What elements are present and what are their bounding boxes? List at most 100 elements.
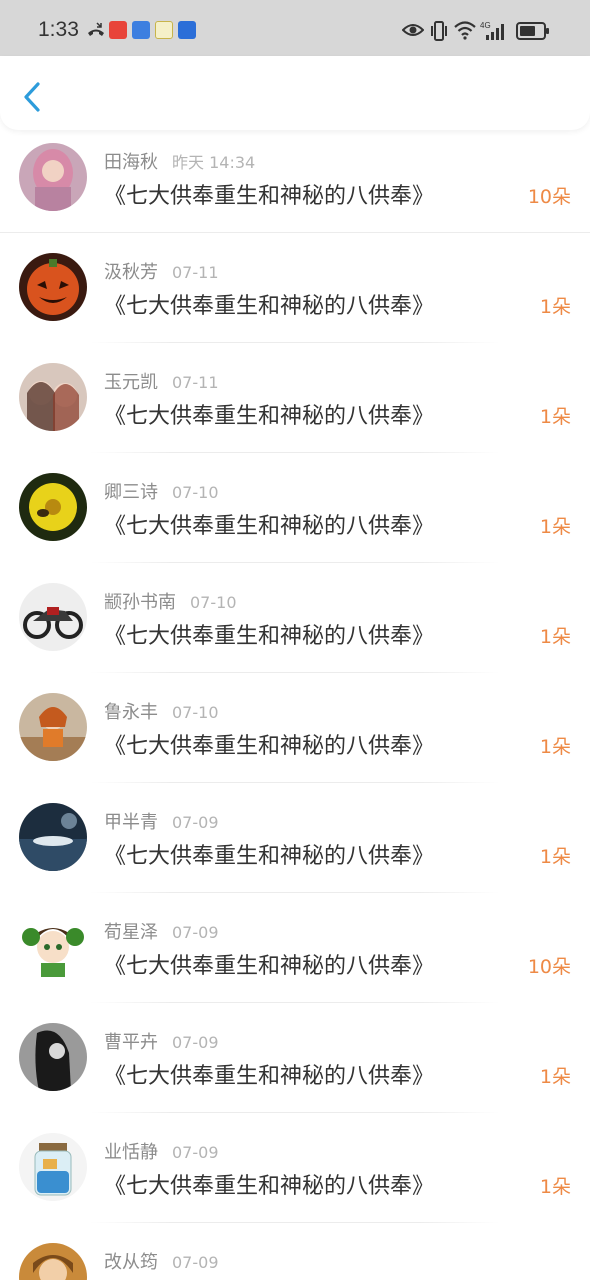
item-meta: 改从筠 07-09: [104, 1248, 219, 1273]
list-item[interactable]: 曹平卉 07-09 《七大供奉重生和神秘的八供奉》 1朵: [0, 1010, 590, 1120]
back-button[interactable]: [14, 74, 54, 118]
user-name: 鲁永丰: [104, 702, 158, 723]
eye-icon: [401, 22, 425, 42]
book-title: 《七大供奉重生和神秘的八供奉》: [104, 1174, 435, 1199]
book-title: 《七大供奉重生和神秘的八供奉》: [104, 734, 435, 759]
user-name: 业恬静: [104, 1142, 158, 1163]
avatar[interactable]: [19, 1023, 87, 1091]
avatar[interactable]: [19, 473, 87, 541]
music-app-icon: [132, 21, 150, 39]
list-item[interactable]: 甲半青 07-09 《七大供奉重生和神秘的八供奉》 1朵: [0, 790, 590, 900]
list-item[interactable]: 田海秋 昨天 14:34 《七大供奉重生和神秘的八供奉》 10朵: [0, 130, 590, 240]
user-name: 改从筠: [104, 1252, 158, 1273]
gift-count: 1朵: [539, 626, 571, 648]
user-name: 田海秋: [104, 152, 158, 173]
item-meta: 荀星泽 07-09: [104, 918, 219, 943]
gift-count: 1朵: [539, 296, 571, 318]
book-title: 《七大供奉重生和神秘的八供奉》: [104, 514, 435, 539]
gift-count: 10朵: [527, 956, 571, 978]
list-item[interactable]: 玉元凯 07-11 《七大供奉重生和神秘的八供奉》 1朵: [0, 350, 590, 460]
book-title: 《七大供奉重生和神秘的八供奉》: [104, 184, 435, 209]
avatar[interactable]: [19, 913, 87, 981]
user-name: 曹平卉: [104, 1032, 158, 1053]
post-date: 07-10: [172, 703, 219, 722]
divider: [90, 452, 500, 453]
item-meta: 业恬静 07-09: [104, 1138, 219, 1163]
avatar[interactable]: [19, 583, 87, 651]
gift-count: 10朵: [527, 186, 571, 208]
user-name: 汲秋芳: [104, 262, 158, 283]
avatar[interactable]: [19, 253, 87, 321]
gift-count: 1朵: [539, 406, 571, 428]
divider: [90, 1222, 500, 1223]
post-date: 07-10: [190, 593, 237, 612]
list-item[interactable]: 汲秋芳 07-11 《七大供奉重生和神秘的八供奉》 1朵: [0, 240, 590, 350]
system-icons: 4G: [401, 20, 552, 46]
list-item[interactable]: 改从筠 07-09: [0, 1230, 590, 1280]
gift-record-list: 田海秋 昨天 14:34 《七大供奉重生和神秘的八供奉》 10朵 汲秋芳 07-11…: [0, 130, 590, 1280]
gift-count: 1朵: [539, 516, 571, 538]
list-item[interactable]: 荀星泽 07-09 《七大供奉重生和神秘的八供奉》 10朵: [0, 900, 590, 1010]
book-title: 《七大供奉重生和神秘的八供奉》: [104, 624, 435, 649]
avatar[interactable]: [19, 363, 87, 431]
divider: [90, 892, 500, 893]
missed-call-icon: [86, 21, 106, 39]
avatar[interactable]: [19, 1133, 87, 1201]
app-red-icon: [109, 21, 127, 39]
status-time: 1:33: [38, 18, 79, 41]
post-date: 07-09: [172, 1253, 219, 1272]
divider: [90, 1002, 500, 1003]
book-title: 《七大供奉重生和神秘的八供奉》: [104, 844, 435, 869]
book-title: 《七大供奉重生和神秘的八供奉》: [104, 954, 435, 979]
item-meta: 田海秋 昨天 14:34: [104, 148, 256, 173]
post-date: 07-09: [172, 923, 219, 942]
battery-icon: [516, 22, 550, 44]
post-date: 07-09: [172, 813, 219, 832]
post-date: 昨天 14:34: [172, 153, 256, 172]
post-date: 07-11: [172, 373, 219, 392]
cellular-4g-icon: 4G: [480, 20, 508, 46]
item-meta: 甲半青 07-09: [104, 808, 219, 833]
list-item[interactable]: 卿三诗 07-10 《七大供奉重生和神秘的八供奉》 1朵: [0, 460, 590, 570]
user-name: 卿三诗: [104, 482, 158, 503]
book-title: 《七大供奉重生和神秘的八供奉》: [104, 404, 435, 429]
item-meta: 玉元凯 07-11: [104, 368, 219, 393]
list-item[interactable]: 业恬静 07-09 《七大供奉重生和神秘的八供奉》 1朵: [0, 1120, 590, 1230]
book-title: 《七大供奉重生和神秘的八供奉》: [104, 1064, 435, 1089]
svg-text:4G: 4G: [480, 21, 491, 30]
post-date: 07-09: [172, 1143, 219, 1162]
vibrate-icon: [430, 20, 448, 46]
chevron-left-icon: [24, 82, 40, 112]
divider: [90, 562, 500, 563]
gift-count: 1朵: [539, 846, 571, 868]
divider: [0, 232, 590, 233]
avatar[interactable]: [19, 693, 87, 761]
avatar[interactable]: [19, 1243, 87, 1280]
user-name: 甲半青: [104, 812, 158, 833]
post-date: 07-09: [172, 1033, 219, 1052]
shield-app-icon: [178, 21, 196, 39]
gift-count: 1朵: [539, 1176, 571, 1198]
list-item[interactable]: 颛孙书南 07-10 《七大供奉重生和神秘的八供奉》 1朵: [0, 570, 590, 680]
post-date: 07-11: [172, 263, 219, 282]
gift-count: 1朵: [539, 736, 571, 758]
avatar[interactable]: [19, 143, 87, 211]
item-meta: 鲁永丰 07-10: [104, 698, 219, 723]
user-name: 颛孙书南: [104, 592, 176, 613]
duck-app-icon: [155, 21, 173, 39]
item-meta: 曹平卉 07-09: [104, 1028, 219, 1053]
item-meta: 汲秋芳 07-11: [104, 258, 219, 283]
user-name: 荀星泽: [104, 922, 158, 943]
book-title: 《七大供奉重生和神秘的八供奉》: [104, 294, 435, 319]
divider: [90, 342, 500, 343]
item-meta: 颛孙书南 07-10: [104, 588, 237, 613]
item-meta: 卿三诗 07-10: [104, 478, 219, 503]
avatar[interactable]: [19, 803, 87, 871]
list-item[interactable]: 鲁永丰 07-10 《七大供奉重生和神秘的八供奉》 1朵: [0, 680, 590, 790]
user-name: 玉元凯: [104, 372, 158, 393]
divider: [90, 1112, 500, 1113]
status-bar: 1:33 4G: [0, 0, 590, 56]
nav-bar: [0, 56, 590, 130]
divider: [90, 672, 500, 673]
gift-count: 1朵: [539, 1066, 571, 1088]
